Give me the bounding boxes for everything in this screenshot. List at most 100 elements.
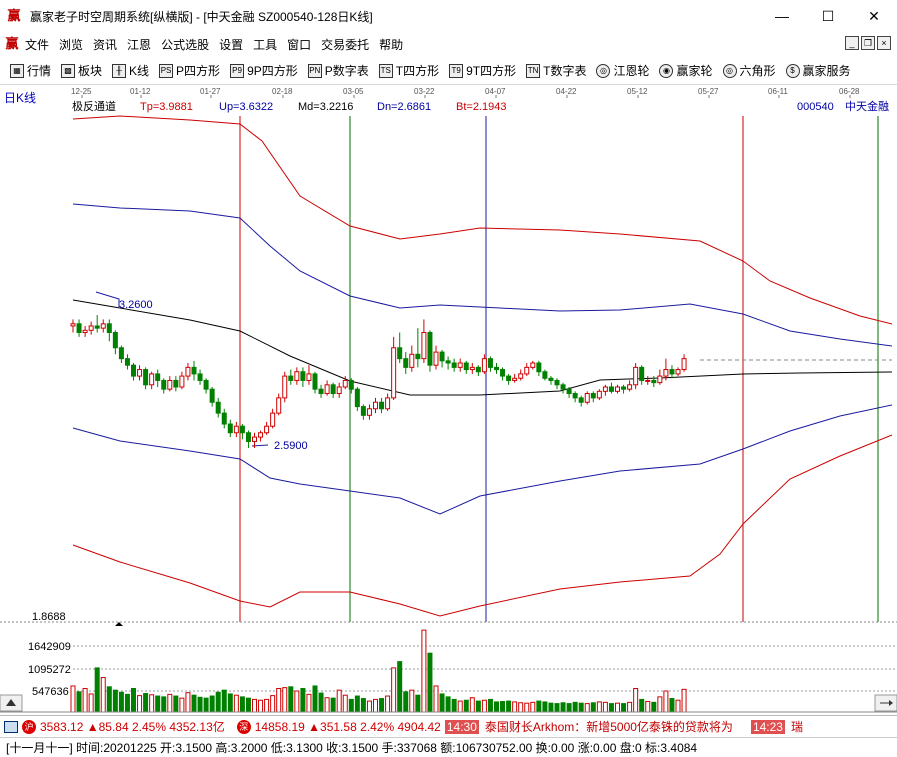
menu-window[interactable]: 窗口	[282, 36, 316, 53]
minimize-button[interactable]: —	[759, 0, 805, 32]
volume-bar	[379, 698, 385, 713]
candle-body	[397, 347, 403, 360]
menu-gann[interactable]: 江恩	[122, 36, 156, 53]
toolbar-label: T四方形	[395, 64, 440, 78]
close-button[interactable]: ✕	[851, 0, 897, 32]
volume-bar	[245, 697, 251, 713]
candle-body	[639, 366, 645, 381]
menu-help[interactable]: 帮助	[374, 36, 408, 53]
toolbar-gann-wheel-button[interactable]: ◎ 江恩轮	[596, 62, 649, 79]
toolbar-p9-button[interactable]: P9 9P四方形	[230, 62, 298, 79]
candle-body	[621, 386, 627, 390]
candle-body	[191, 366, 197, 375]
candle-body	[427, 332, 433, 366]
shenzhen-index-icon[interactable]: 深	[236, 719, 251, 734]
volume-bar	[391, 667, 397, 713]
volume-bar	[185, 692, 191, 713]
child-window-icon[interactable]: 赢	[4, 36, 20, 52]
volume-bar	[294, 690, 300, 713]
candle-body	[233, 425, 239, 434]
news-ticker-2[interactable]: 瑞	[791, 718, 803, 735]
kline-chart-area[interactable]: 12-25 01-12 01-27 02-18 03-05 03-22 04-07 04-22…	[0, 86, 897, 713]
menu-info[interactable]: 资讯	[88, 36, 122, 53]
candle-body	[76, 323, 82, 334]
toolbar-tn-button[interactable]: TN T数字表	[526, 62, 586, 79]
date-tick-label: 05-12	[627, 87, 648, 96]
mdi-close-button[interactable]: ×	[877, 36, 891, 50]
volume-bar	[282, 687, 288, 713]
date-tick-label: 02-18	[272, 87, 293, 96]
volume-bar	[681, 688, 687, 713]
news-time-2: 14:23	[750, 719, 785, 734]
candle-body	[239, 425, 245, 434]
candle-body	[282, 375, 288, 399]
candle-body	[590, 393, 596, 399]
volume-bar	[463, 699, 469, 713]
volume-bar	[221, 689, 227, 713]
toolbar-label: 9T四方形	[466, 64, 517, 78]
date-tick-label: 01-12	[130, 87, 151, 96]
dollar-icon: $	[785, 63, 800, 78]
volume-bar	[270, 695, 276, 713]
news-ticker[interactable]: 泰国财长Arkhom：新增5000亿泰铢的贷款将为	[485, 718, 733, 735]
candle-body	[469, 366, 475, 371]
mdi-minimize-button[interactable]: _	[845, 36, 859, 50]
candle-body	[82, 329, 88, 334]
candle-body	[457, 362, 463, 368]
date-tick-label: 06-11	[768, 87, 788, 96]
shanghai-index-icon[interactable]: 沪	[22, 719, 36, 734]
maximize-button[interactable]: ☐	[805, 0, 851, 32]
candle-body	[379, 401, 385, 410]
candle-body	[342, 379, 348, 388]
volume-bar	[324, 697, 330, 713]
candle-body	[487, 358, 493, 368]
candle-body	[209, 388, 215, 403]
toolbar-hexagon-button[interactable]: ◎ 六角形	[722, 62, 776, 79]
toolbar-grid-button[interactable]: ▦ 行情	[10, 62, 51, 79]
menu-file[interactable]: 文件	[20, 36, 54, 53]
volume-bar	[621, 703, 627, 713]
toolbar-blocks-button[interactable]: ▩ 板块	[61, 62, 102, 79]
candle-body	[330, 384, 336, 395]
toolbar-winner-wheel-button[interactable]: ◉ 赢家轮	[659, 62, 713, 79]
dn-value: Dn=2.6861	[377, 101, 431, 113]
candle-body	[270, 412, 276, 427]
toolbar-pn-button[interactable]: PN P数字表	[307, 62, 369, 79]
toolbar-candle-button[interactable]: ╫ K线	[112, 62, 149, 79]
volume-bar	[403, 691, 409, 713]
volume-bar	[306, 693, 312, 713]
toolbar-ts-button[interactable]: TS T四方形	[378, 62, 440, 79]
volume-bar	[276, 687, 282, 713]
toolbar-label: K线	[129, 64, 150, 78]
volume-bar	[76, 691, 82, 713]
candle-body	[288, 375, 294, 381]
candle-body	[373, 401, 378, 410]
volume-bar	[487, 698, 493, 713]
volume-bar	[481, 699, 487, 713]
volume-bar	[197, 696, 203, 713]
menu-browse[interactable]: 浏览	[54, 36, 88, 53]
volume-bar	[385, 695, 391, 713]
kline-chart[interactable]: 12-25 01-12 01-27 02-18 03-05 03-22 04-07 04-22…	[0, 86, 897, 713]
blocks-icon: ▩	[61, 63, 76, 78]
volume-bar	[239, 696, 245, 713]
volume-bar	[94, 667, 100, 713]
candle-body	[143, 369, 149, 386]
volume-bar	[318, 692, 324, 713]
candle-body	[675, 369, 681, 375]
volume-bar	[457, 700, 463, 713]
grid-small-icon[interactable]	[4, 720, 18, 733]
toolbar-dollar-button[interactable]: $ 赢家服务	[785, 62, 851, 79]
candle-body	[566, 388, 572, 395]
mdi-restore-button[interactable]: ❐	[861, 36, 875, 50]
menu-formula[interactable]: 公式选股	[156, 36, 214, 53]
volume-bar	[633, 687, 639, 713]
candle-body	[197, 373, 203, 381]
toolbar-ps-button[interactable]: PS P四方形	[159, 62, 220, 79]
toolbar-t9-button[interactable]: T9 9T四方形	[449, 62, 516, 79]
menu-trade[interactable]: 交易委托	[316, 36, 374, 53]
menu-tools[interactable]: 工具	[248, 36, 282, 53]
menu-settings[interactable]: 设置	[214, 36, 248, 53]
volume-bar	[590, 702, 596, 713]
volume-bar	[475, 700, 481, 713]
